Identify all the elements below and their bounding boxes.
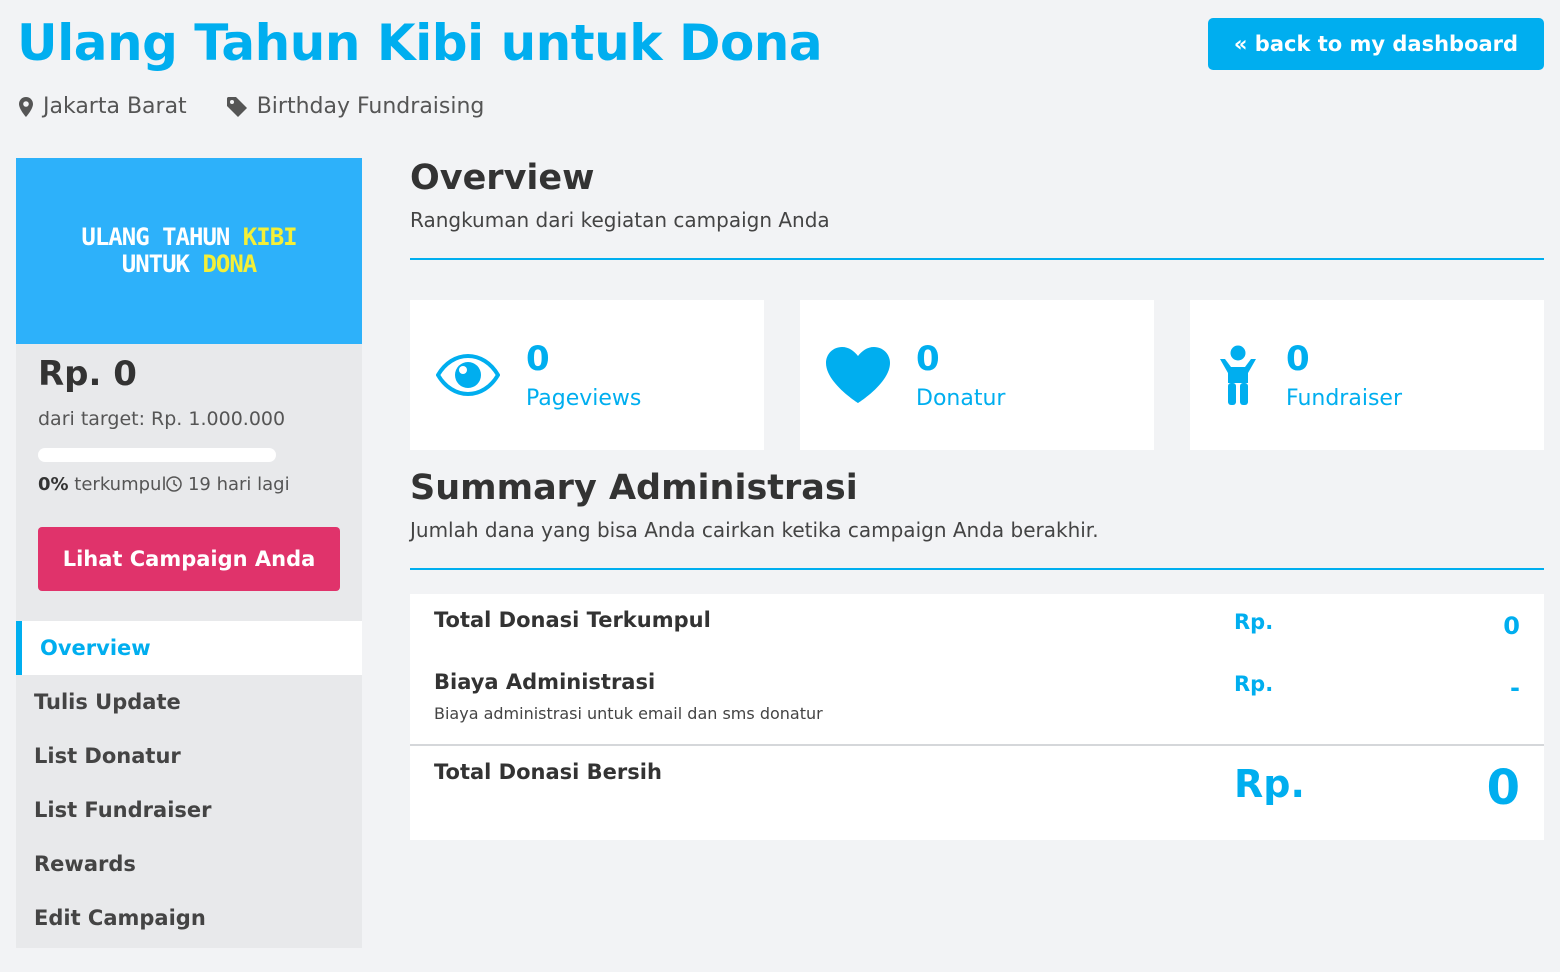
stat-card-donatur: 0 Donatur [800,300,1154,450]
donatur-label: Donatur [916,385,1006,411]
banner-highlight-text: DONA [202,250,257,278]
row-value: 0 [1503,612,1520,640]
category-text: Birthday Fundraising [256,94,485,119]
fundraiser-count: 0 [1286,338,1310,379]
stats-row: 0 Pageviews 0 Donatur 0 Fundraiser [410,300,1544,450]
main-content: Overview Rangkuman dari kegiatan campaig… [410,158,1544,840]
clock-icon [166,476,182,497]
person-icon [1190,345,1286,405]
sidebar-nav: Overview Tulis Update List Donatur List … [16,621,362,945]
table-row: Biaya Administrasi Biaya administrasi un… [410,656,1544,746]
days-left: 19 hari lagi [187,474,290,495]
stat-card-pageviews: 0 Pageviews [410,300,764,450]
map-pin-icon [19,96,33,117]
row-currency: Rp. [1234,672,1274,696]
pageviews-label: Pageviews [526,385,642,411]
sidebar-item-rewards[interactable]: Rewards [16,837,362,891]
page-title: Ulang Tahun Kibi untuk Dona [17,14,823,72]
divider [410,568,1544,570]
progress-collected-text: terkumpul [68,474,167,495]
summary-table: Total Donasi Terkumpul Rp. 0 Biaya Admin… [410,594,1544,840]
view-campaign-button[interactable]: Lihat Campaign Anda [38,527,340,591]
row-label: Total Donasi Bersih [434,760,662,784]
summary-subtitle: Jumlah dana yang bisa Anda cairkan ketik… [410,518,1099,542]
pageviews-count: 0 [526,338,550,379]
table-row: Total Donasi Terkumpul Rp. 0 [410,594,1544,656]
progress-info: 0% terkumpul 19 hari lagi [38,474,362,497]
campaign-banner-image: ULANG TAHUN KIBI UNTUK DONA [16,158,362,344]
sidebar-item-tulis-update[interactable]: Tulis Update [16,675,362,729]
category-meta: Birthday Fundraising [226,94,485,119]
divider [410,258,1544,260]
row-currency: Rp. [1234,610,1274,634]
sidebar-item-list-donatur[interactable]: List Donatur [16,729,362,783]
banner-line-1: ULANG TAHUN KIBI [81,223,298,251]
row-label: Total Donasi Terkumpul [434,608,711,632]
banner-text: UNTUK [121,250,203,278]
campaign-dashboard-page: Ulang Tahun Kibi untuk Dona Jakarta Bara… [0,0,1560,972]
tag-icon [226,96,247,117]
target-amount: dari target: Rp. 1.000.000 [38,408,286,430]
row-label: Biaya Administrasi [434,670,656,694]
progress-percent: 0% [38,474,69,495]
overview-title: Overview [410,158,595,198]
sidebar: ULANG TAHUN KIBI UNTUK DONA Rp. 0 dari t… [16,158,362,948]
donatur-count: 0 [916,338,940,379]
location-text: Jakarta Barat [43,94,187,119]
raised-amount: Rp. 0 [38,354,137,394]
banner-highlight-text: KIBI [242,223,298,251]
row-currency: Rp. [1234,762,1305,806]
summary-title: Summary Administrasi [410,468,858,508]
sidebar-item-overview[interactable]: Overview [16,621,362,675]
eye-icon [410,353,526,397]
sidebar-item-edit-campaign[interactable]: Edit Campaign [16,891,362,945]
row-value: 0 [1486,760,1520,816]
fundraiser-label: Fundraiser [1286,385,1402,411]
overview-subtitle: Rangkuman dari kegiatan campaign Anda [410,208,830,232]
campaign-meta: Jakarta Barat Birthday Fundraising [19,94,484,119]
table-row: Total Donasi Bersih Rp. 0 [410,746,1544,840]
location-meta: Jakarta Barat [19,94,187,119]
progress-bar [38,448,276,462]
banner-text: ULANG TAHUN [81,223,243,251]
row-note: Biaya administrasi untuk email dan sms d… [434,704,823,723]
sidebar-item-list-fundraiser[interactable]: List Fundraiser [16,783,362,837]
heart-icon [800,347,916,403]
back-to-dashboard-button[interactable]: « back to my dashboard [1208,18,1544,70]
row-value: - [1510,674,1520,702]
stat-card-fundraiser: 0 Fundraiser [1190,300,1544,450]
banner-line-2: UNTUK DONA [122,251,257,278]
